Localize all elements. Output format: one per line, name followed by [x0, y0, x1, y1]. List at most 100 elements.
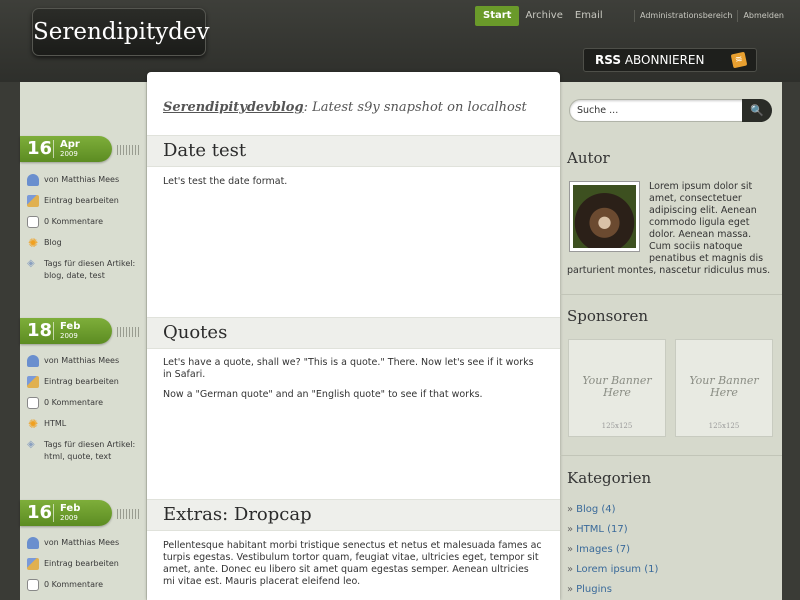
- admin-nav: Administrationsbereich Abmelden: [634, 8, 789, 24]
- meta-tags: ◈ Tags für diesen Artikel: blog, date, tes…: [27, 258, 145, 288]
- tag-icon: ◈: [27, 258, 35, 269]
- comment-icon: [27, 579, 39, 591]
- meta-author[interactable]: von Matthias Mees: [27, 174, 145, 195]
- edit-icon: [27, 376, 39, 388]
- author-label: von Matthias Mees: [44, 538, 120, 547]
- divider: [560, 294, 782, 295]
- banner-size: 125x125: [708, 422, 740, 430]
- rss-label: ABONNIEREN: [624, 53, 705, 67]
- meta-author[interactable]: von Matthias Mees: [27, 537, 145, 558]
- sponsor-banner[interactable]: Your Banner Here 125x125: [568, 339, 666, 437]
- author-label: von Matthias Mees: [44, 175, 120, 184]
- date-badge: 16 Apr 2009: [20, 136, 112, 162]
- post-paragraph: Let's have a quote, shall we? "This is a…: [163, 357, 534, 380]
- comments-label: 0 Kommentare: [44, 217, 104, 226]
- author-avatar: [569, 181, 640, 252]
- meta-tags: ◈ Tags für diesen Artikel: html, quote, te…: [27, 439, 145, 469]
- edit-icon: [27, 195, 39, 207]
- meta-comments[interactable]: 0 Kommentare: [27, 216, 145, 237]
- user-icon: [27, 174, 39, 186]
- post-title[interactable]: Extras: Dropcap: [147, 499, 560, 531]
- comments-label: 0 Kommentare: [44, 580, 104, 589]
- meta-edit[interactable]: Eintrag bearbeiten: [27, 195, 145, 216]
- edit-label: Eintrag bearbeiten: [44, 377, 119, 386]
- date-day: 16: [27, 502, 53, 523]
- post-meta: von Matthias Mees Eintrag bearbeiten 0 K…: [27, 174, 145, 288]
- user-icon: [27, 537, 39, 549]
- monkey-photo: [573, 185, 636, 248]
- meta-category[interactable]: ✺ HTML: [27, 418, 145, 439]
- nav-archive[interactable]: Archive: [519, 6, 568, 26]
- date-month: Feb: [60, 321, 81, 332]
- tags-list[interactable]: html, quote, text: [44, 452, 111, 461]
- tag-icon: ◈: [27, 439, 35, 450]
- meta-comments[interactable]: 0 Kommentare: [27, 397, 145, 418]
- rss-subscribe-button[interactable]: RSS ABONNIEREN ≋: [583, 48, 757, 72]
- banner-size: 125x125: [601, 422, 633, 430]
- author-label: von Matthias Mees: [44, 356, 120, 365]
- rss-label-bold: RSS: [595, 53, 621, 67]
- post-paragraph: Let's test the date format.: [163, 176, 288, 187]
- category-label: Lorem ipsum (1): [576, 564, 659, 575]
- date-day: 18: [27, 320, 53, 341]
- meta-author[interactable]: von Matthias Mees: [27, 355, 145, 376]
- divider: [53, 504, 54, 522]
- category-icon: ✺: [27, 236, 39, 250]
- post-title[interactable]: Quotes: [147, 317, 560, 349]
- comments-label: 0 Kommentare: [44, 398, 104, 407]
- edit-label: Eintrag bearbeiten: [44, 196, 119, 205]
- category-item[interactable]: » Plugins: [567, 583, 658, 600]
- comment-icon: [27, 216, 39, 228]
- blog-title: Serendipitydevblog: Latest s9y snapshot …: [163, 100, 553, 115]
- decorative-stripes: [117, 509, 141, 519]
- category-label: Plugins: [576, 584, 612, 595]
- date-month: Apr: [60, 139, 80, 150]
- date-year: 2009: [60, 514, 78, 522]
- sidebar-title-kategorien: Kategorien: [567, 469, 652, 487]
- meta-comments[interactable]: 0 Kommentare: [27, 579, 145, 600]
- meta-category[interactable]: ✺ Blog: [27, 237, 145, 258]
- user-icon: [27, 355, 39, 367]
- post-meta: von Matthias Mees Eintrag bearbeiten 0 K…: [27, 355, 145, 469]
- edit-label: Eintrag bearbeiten: [44, 559, 119, 568]
- blog-subtitle: : Latest s9y snapshot on localhost: [303, 100, 527, 115]
- meta-edit[interactable]: Eintrag bearbeiten: [27, 376, 145, 397]
- nav-email[interactable]: Email: [569, 6, 609, 26]
- meta-edit[interactable]: Eintrag bearbeiten: [27, 558, 145, 579]
- nav-admin[interactable]: Administrationsbereich: [635, 8, 737, 24]
- category-list: » Blog (4) » HTML (17) » Images (7) » Lorem …: [567, 503, 658, 600]
- category-item[interactable]: » HTML (17): [567, 523, 658, 543]
- sponsor-banner[interactable]: Your Banner Here 125x125: [675, 339, 773, 437]
- tags-label: Tags für diesen Artikel:: [44, 259, 136, 268]
- nav-start[interactable]: Start: [475, 6, 520, 26]
- date-badge: 16 Feb 2009: [20, 500, 112, 526]
- post-title[interactable]: Date test: [147, 135, 560, 167]
- search-input[interactable]: Suche ...: [577, 105, 618, 116]
- nav-logout[interactable]: Abmelden: [738, 8, 789, 24]
- search-box: Suche ... 🔍: [569, 99, 772, 122]
- banner-text: Here: [710, 386, 738, 399]
- comment-icon: [27, 397, 39, 409]
- post-body: Pellentesque habitant morbi tristique se…: [163, 540, 543, 596]
- date-year: 2009: [60, 150, 78, 158]
- date-day: 16: [27, 138, 53, 159]
- category-item[interactable]: » Lorem ipsum (1): [567, 563, 658, 583]
- tags-list[interactable]: blog, date, test: [44, 271, 105, 280]
- date-badge: 18 Feb 2009: [20, 318, 112, 344]
- category-label: HTML: [44, 419, 67, 428]
- banner-text: Here: [603, 386, 631, 399]
- category-item[interactable]: » Blog (4): [567, 503, 658, 523]
- rss-icon: ≋: [730, 51, 748, 69]
- divider: [560, 455, 782, 456]
- post-body: Let's have a quote, shall we? "This is a…: [163, 357, 543, 409]
- divider: [53, 322, 54, 340]
- main-nav: Start Archive Email: [475, 6, 609, 26]
- search-button[interactable]: 🔍: [742, 99, 772, 122]
- blog-title-link[interactable]: Serendipitydevblog: [163, 100, 304, 115]
- site-logo[interactable]: Serendipitydev: [32, 8, 210, 56]
- category-label: Blog: [44, 238, 62, 247]
- edit-icon: [27, 558, 39, 570]
- category-item[interactable]: » Images (7): [567, 543, 658, 563]
- tags-label: Tags für diesen Artikel:: [44, 440, 136, 449]
- category-icon: ✺: [27, 417, 39, 431]
